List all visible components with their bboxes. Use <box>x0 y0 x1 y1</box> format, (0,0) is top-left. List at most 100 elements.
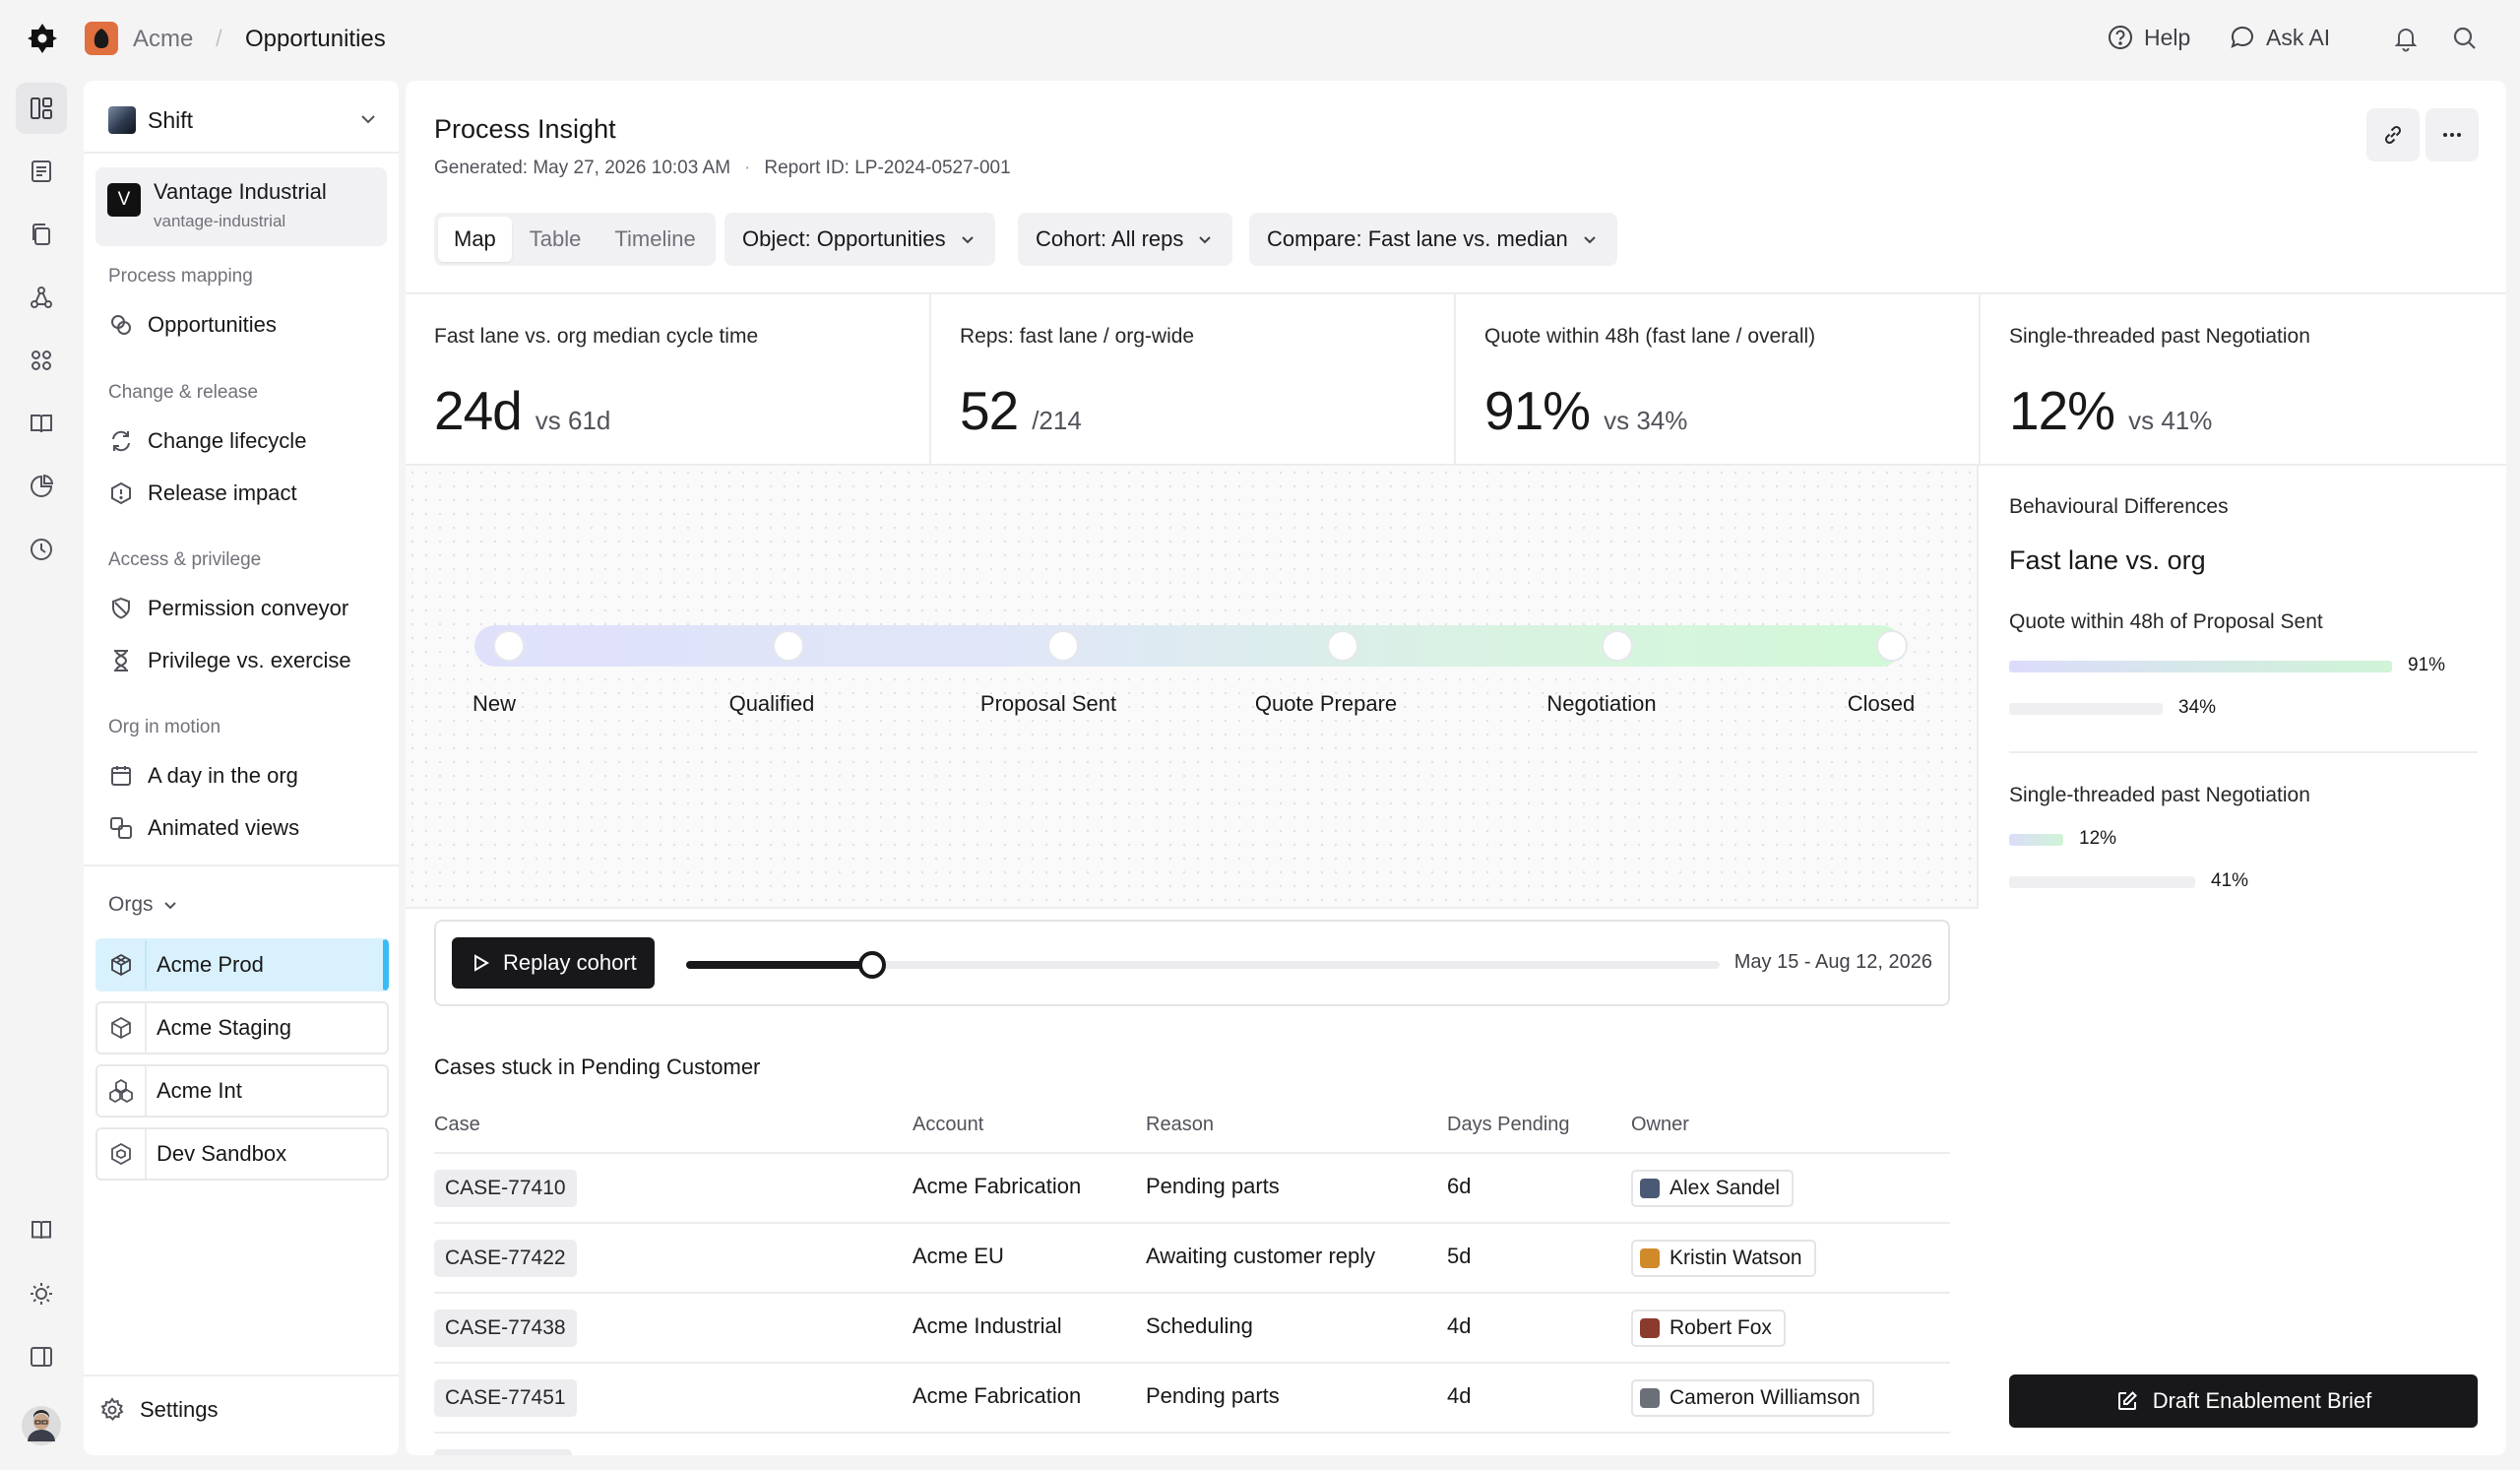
owner-pill[interactable]: Kristin Watson <box>1631 1240 1816 1277</box>
case-id-pill[interactable]: CASE-77410 <box>434 1170 577 1207</box>
stage-node-quote-prepare[interactable] <box>1327 630 1358 662</box>
compare-dropdown[interactable]: Compare: Fast lane vs. median <box>1249 213 1617 266</box>
breadcrumb-org[interactable]: Acme <box>133 26 193 53</box>
stage-node-proposal-sent[interactable] <box>1047 630 1079 662</box>
hourglass-icon <box>108 648 134 673</box>
timeline-slider-handle[interactable] <box>858 951 886 979</box>
rail-network-icon[interactable] <box>16 272 67 323</box>
rail-docs-icon[interactable] <box>16 1205 67 1256</box>
tab-table[interactable]: Table <box>514 217 598 262</box>
cell-account: Acme Fabrication <box>913 1174 1082 1198</box>
org-item-dev-sandbox[interactable]: Dev Sandbox <box>95 1127 389 1181</box>
compare-dropdown-label: Compare: Fast lane vs. median <box>1267 226 1568 251</box>
org-item-acme-prod[interactable]: Acme Prod <box>95 938 389 991</box>
stage-node-new[interactable] <box>493 630 525 662</box>
owner-pill[interactable]: Robert Fox <box>1631 1310 1786 1347</box>
help-button[interactable]: Help <box>2107 24 2190 51</box>
tab-map[interactable]: Map <box>438 217 512 262</box>
sidebar-item-label: Change lifecycle <box>148 428 307 453</box>
rail-pie-chart-icon[interactable] <box>16 461 67 512</box>
orgs-toggle[interactable]: Orgs <box>108 893 179 917</box>
app-logo-icon[interactable] <box>26 22 59 55</box>
chevron-down-icon <box>958 229 977 249</box>
rail-history-icon[interactable] <box>16 524 67 575</box>
replay-controls: Replay cohort May 15 - Aug 12, 2026 <box>434 920 1950 1006</box>
search-icon[interactable] <box>2450 24 2480 53</box>
org-item-label: Acme Staging <box>157 1015 291 1040</box>
cell-days-pending: 6d <box>1447 1174 1472 1198</box>
ask-ai-button[interactable]: Ask AI <box>2229 24 2330 51</box>
process-map-canvas[interactable]: New Qualified Proposal Sent Quote Prepar… <box>406 466 1979 909</box>
draft-enablement-brief-label: Draft Enablement Brief <box>2152 1388 2372 1413</box>
copy-link-button[interactable] <box>2366 108 2420 161</box>
more-options-button[interactable] <box>2426 108 2479 161</box>
sidebar-item-a-day-in-the-org[interactable]: A day in the org <box>108 757 384 795</box>
column-header-account[interactable]: Account <box>913 1114 983 1136</box>
workspace-thumbnail <box>108 106 136 134</box>
sidebar-item-permission-conveyor[interactable]: Permission conveyor <box>108 590 384 627</box>
cube-icon <box>97 940 147 990</box>
object-dropdown-label: Object: Opportunities <box>742 226 946 251</box>
play-icon <box>470 952 491 974</box>
org-item-acme-int[interactable]: Acme Int <box>95 1064 389 1118</box>
rail-copy-icon[interactable] <box>16 209 67 260</box>
stage-label-negotiation: Negotiation <box>1546 691 1657 716</box>
stage-node-qualified[interactable] <box>773 630 804 662</box>
column-header-days-pending[interactable]: Days Pending <box>1447 1114 1570 1136</box>
object-dropdown[interactable]: Object: Opportunities <box>724 213 995 266</box>
case-id-pill[interactable]: CASE-77422 <box>434 1240 577 1277</box>
stage-node-negotiation[interactable] <box>1602 630 1633 662</box>
owner-pill[interactable]: Cameron Williamson <box>1631 1379 1874 1417</box>
tab-timeline[interactable]: Timeline <box>598 217 711 262</box>
table-row[interactable]: CASE-77438 Acme Industrial Scheduling 4d… <box>434 1292 1950 1362</box>
column-header-owner[interactable]: Owner <box>1631 1114 1689 1136</box>
rail-theme-sun-icon[interactable] <box>16 1268 67 1319</box>
case-id-pill[interactable] <box>434 1449 572 1455</box>
sidebar-item-release-impact[interactable]: Release impact <box>108 475 384 512</box>
replay-cohort-button[interactable]: Replay cohort <box>452 937 655 989</box>
org-item-acme-staging[interactable]: Acme Staging <box>95 1001 389 1055</box>
table-row[interactable]: CASE-77422 Acme EU Awaiting customer rep… <box>434 1222 1950 1292</box>
rail-dashboard-icon[interactable] <box>16 83 67 134</box>
kpi-label: Single-threaded past Negotiation <box>2009 325 2310 348</box>
shield-icon <box>108 596 134 621</box>
rail-panel-toggle-icon[interactable] <box>16 1331 67 1382</box>
org-card[interactable]: V Vantage Industrial vantage-industrial <box>95 167 387 246</box>
chevron-down-icon <box>161 896 179 914</box>
sidebar-item-label: Animated views <box>148 815 300 840</box>
chevron-down-icon <box>1580 229 1600 249</box>
kpi-compare: vs 34% <box>1604 406 1688 435</box>
settings-button[interactable]: Settings <box>98 1396 219 1424</box>
sidebar-divider <box>84 864 399 866</box>
section-label-change-release: Change & release <box>108 382 259 403</box>
case-id-pill[interactable]: CASE-77451 <box>434 1379 577 1417</box>
org-card-name: Vantage Industrial <box>154 179 327 204</box>
org-item-label: Acme Prod <box>157 952 264 977</box>
sidebar-item-label: Permission conveyor <box>148 596 349 620</box>
table-row[interactable] <box>434 1432 1950 1455</box>
rail-book-icon[interactable] <box>16 398 67 449</box>
draft-enablement-brief-button[interactable]: Draft Enablement Brief <box>2009 1374 2478 1428</box>
column-header-case[interactable]: Case <box>434 1114 480 1136</box>
stage-flow-track <box>474 625 1902 667</box>
rail-apps-icon[interactable] <box>16 335 67 386</box>
sidebar-item-animated-views[interactable]: Animated views <box>108 809 384 847</box>
cohort-dropdown[interactable]: Cohort: All reps <box>1018 213 1233 266</box>
stage-node-closed[interactable] <box>1876 630 1908 662</box>
case-id-pill[interactable]: CASE-77438 <box>434 1310 577 1347</box>
sidebar-item-change-lifecycle[interactable]: Change lifecycle <box>108 422 384 460</box>
layers-icon <box>108 815 134 841</box>
metric-label: Quote within 48h of Proposal Sent <box>2009 610 2323 633</box>
table-title: Cases stuck in Pending Customer <box>434 1055 761 1079</box>
owner-pill[interactable]: Alex Sandel <box>1631 1170 1795 1207</box>
table-row[interactable]: CASE-77410 Acme Fabrication Pending part… <box>434 1152 1950 1222</box>
notifications-bell-icon[interactable] <box>2391 24 2421 53</box>
table-row[interactable]: CASE-77451 Acme Fabrication Pending part… <box>434 1362 1950 1432</box>
workspace-switcher[interactable]: Shift <box>108 100 379 140</box>
org-avatar[interactable] <box>85 22 118 55</box>
sidebar-item-opportunities[interactable]: Opportunities <box>108 306 384 344</box>
sidebar-item-privilege-vs-exercise[interactable]: Privilege vs. exercise <box>108 642 384 679</box>
column-header-reason[interactable]: Reason <box>1146 1114 1214 1136</box>
rail-document-icon[interactable] <box>16 146 67 197</box>
user-avatar[interactable] <box>16 1400 67 1451</box>
